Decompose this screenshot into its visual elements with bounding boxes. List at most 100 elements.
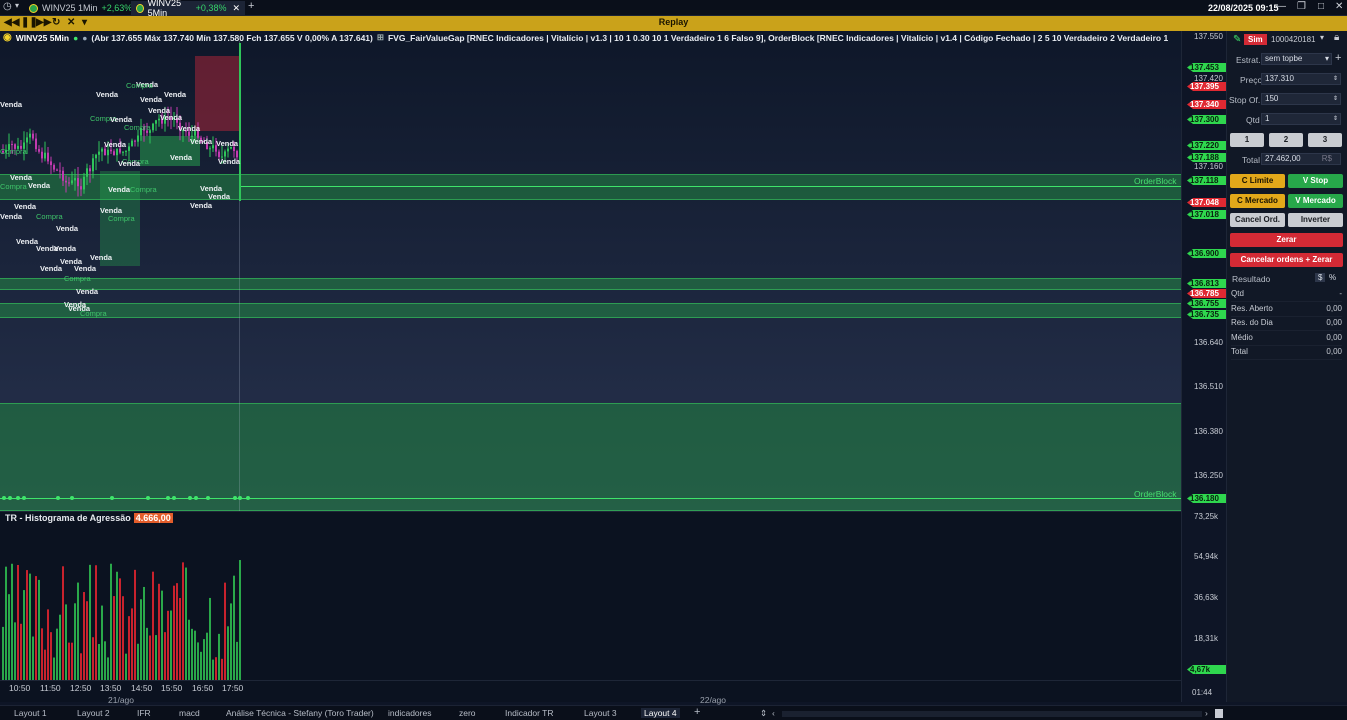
pin-icon[interactable]: ✎ [1233,35,1241,45]
candle-body [26,137,28,143]
price-level-badge: 136.180 [1187,494,1227,503]
stepper-icon[interactable]: ⇕ [1333,94,1338,104]
lock-icon[interactable]: 🔒︎ [1334,33,1339,43]
histogram-bar [122,596,124,680]
result-percent-toggle[interactable]: % [1329,273,1336,282]
aggression-histogram[interactable] [0,511,1181,680]
sell-signal-label: Venda [96,90,119,99]
histogram-bar [182,562,184,680]
minimize-icon[interactable]: — [1276,1,1286,12]
horizontal-scrollbar[interactable] [782,711,1202,717]
stop-label: Stop Of. [1229,95,1261,105]
add-strategy-icon[interactable]: + [1335,53,1341,64]
qty-value: 1 [1265,114,1270,123]
quick-qty-1[interactable]: 1 [1230,133,1264,147]
cancel-and-zerar-button[interactable]: Cancelar ordens + Zerar [1230,253,1343,267]
buy-signal-label: Compra [126,81,153,90]
zerar-button[interactable]: Zerar [1230,233,1343,247]
scroll-thumb[interactable] [1215,709,1223,718]
buy-limit-button[interactable]: C Limite [1230,174,1285,188]
histogram-value: 4.666,00 [133,513,173,523]
chevron-down-icon[interactable]: ▾ [1320,34,1324,42]
sell-signal-label: Venda [118,159,141,168]
sell-stop-button[interactable]: V Stop [1288,174,1343,188]
chevron-down-icon: ▾ [1324,54,1329,63]
add-layout-icon[interactable]: + [694,706,700,718]
time-axis[interactable]: 10:50 11:50 12:50 13:50 14:50 15:50 16:5… [0,680,1181,705]
total-label: Total [1242,155,1260,165]
layout-tab[interactable]: Layout 3 [584,708,617,718]
qty-input[interactable]: 1 ⇕ [1261,113,1341,125]
histogram-bar [116,571,118,680]
sell-market-button[interactable]: V Mercado [1288,194,1343,208]
candle-body [212,145,214,149]
layout-tab[interactable]: IFR [137,708,151,718]
histogram-bar [161,590,163,680]
restore-icon[interactable]: ❐ [1297,1,1306,12]
indicator-list[interactable]: FVG_FairValueGap [RNEC Indicadores | Vit… [388,33,1168,43]
candle-body [32,133,34,139]
result-currency-toggle[interactable]: $ [1315,273,1326,282]
price-level-badge: 136.755 [1187,299,1227,308]
account-select[interactable]: 1000420181 [1271,35,1316,44]
cancel-orders-button[interactable]: Cancel Ord. [1230,213,1285,227]
sell-signal-label: Venda [40,264,63,273]
close-tab-icon[interactable]: ✕ [232,3,240,14]
sim-badge[interactable]: Sim [1244,34,1267,45]
time-label: 13:50 [100,683,122,693]
stop-input[interactable]: 150 ⇕ [1261,93,1341,105]
histogram-bar [179,598,181,680]
candle-body [53,165,55,170]
volume-last-badge: 4,67k [1187,665,1227,674]
sell-signal-label: Venda [190,137,213,146]
buy-market-button[interactable]: C Mercado [1230,194,1285,208]
add-tab-icon[interactable]: + [248,1,254,12]
layout-tab[interactable]: Indicador TR [505,708,554,718]
sell-signal-label: Venda [208,192,231,201]
chart-symbol[interactable]: WINV25 5Min [16,33,69,43]
drag-handle-icon[interactable]: ⇕ [760,708,767,719]
price-axis[interactable]: 137.550 137.420 137.160 136.640 136.510 … [1181,31,1227,702]
candle-body [41,151,43,159]
close-window-icon[interactable]: ✕ [1335,1,1343,12]
strat-select[interactable]: sem topbe ▾ [1261,53,1332,65]
chevron-down-icon[interactable]: ▾ [15,2,19,10]
sell-signal-label: Venda [28,181,51,190]
buy-signal-label: Compra [80,309,107,318]
tab-winv25-5min[interactable]: WINV25 5Min +0,38% ✕ [131,0,245,18]
maximize-icon[interactable]: □ [1318,1,1324,12]
total-input[interactable]: 27.462,00 R$ [1261,153,1341,165]
stepper-icon[interactable]: ⇕ [1333,114,1338,124]
histogram-bar [155,635,157,680]
buy-signal-label: Compra [124,123,151,132]
layout-tab[interactable]: macd [179,708,200,718]
layout-tab[interactable]: indicadores [388,708,431,718]
histogram-bar [218,633,220,680]
quick-qty-3[interactable]: 3 [1308,133,1342,147]
price-chart[interactable]: OrderBlock OrderBlock Venda Venda Compra Ve… [0,31,1181,511]
layout-tab[interactable]: Layout 4 [641,708,680,718]
histogram-bar [92,637,94,680]
layout-tab[interactable]: Layout 2 [77,708,110,718]
tab-winv25-1min[interactable]: WINV25 1Min +2,63% [24,1,137,15]
layout-tab[interactable]: Análise Técnica - Stefany (Toro Trader) [226,708,374,718]
quick-qty-2[interactable]: 2 [1269,133,1303,147]
price-level-badge: 137.220 [1187,141,1227,150]
result-value: 0,00 [1326,347,1342,356]
indicator-toggle-icon[interactable]: ⊞ [377,32,384,43]
candle-body [98,151,100,155]
price-tick: 136.640 [1194,338,1223,347]
histogram-bars [2,560,241,680]
price-input[interactable]: 137.310 ⇕ [1261,73,1341,85]
scroll-left-icon[interactable]: ‹ [772,708,775,718]
histogram-bar [47,609,49,680]
clock-menu-icon[interactable]: ◷ [3,2,12,12]
layout-tab[interactable]: zero [459,708,476,718]
candle-body [65,180,67,183]
histogram-bar [95,565,97,680]
scroll-right-icon[interactable]: › [1205,708,1208,718]
stepper-icon[interactable]: ⇕ [1333,74,1338,84]
histogram-bar [59,614,61,680]
layout-tab[interactable]: Layout 1 [14,708,47,718]
invert-button[interactable]: Inverter [1288,213,1343,227]
